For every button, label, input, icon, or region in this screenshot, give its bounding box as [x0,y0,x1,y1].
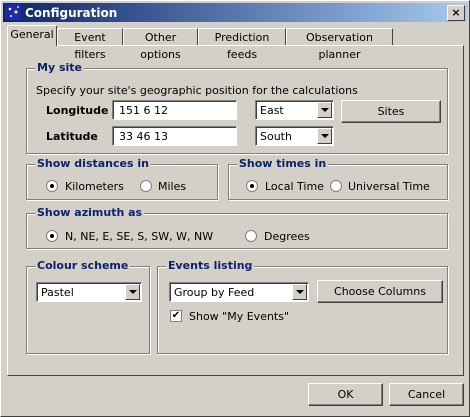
local-time-radio[interactable] [246,180,258,192]
times-title: Show times in [237,157,329,170]
tab-event-filters[interactable]: Event filters [57,28,123,61]
compass-points-label: N, NE, E, SE, S, SW, W, NW [65,230,214,243]
tab-other-options[interactable]: Other options [123,28,198,61]
colour-scheme-group: Colour scheme Pastel [26,259,150,354]
tab-general[interactable]: General [7,25,57,46]
kilometers-label: Kilometers [65,180,124,193]
tab-observation-planner[interactable]: Observation planner [286,28,393,61]
degrees-radio[interactable] [245,230,257,242]
chevron-down-icon[interactable] [317,102,332,118]
choose-columns-button[interactable]: Choose Columns [317,280,443,303]
distances-title: Show distances in [35,157,151,170]
degrees-label: Degrees [264,230,310,243]
configuration-dialog: Configuration × General Event filters Ot… [0,0,470,417]
local-time-label: Local Time [265,180,324,193]
latitude-input[interactable]: 33 46 13 [112,126,237,146]
miles-label: Miles [158,180,187,193]
tab-prediction-feeds[interactable]: Prediction feeds [198,28,286,61]
close-button[interactable]: × [447,5,465,21]
longitude-label: Longitude [46,104,109,117]
my-site-group: My site Specify your site's geographic p… [26,61,448,154]
longitude-direction-value: East [260,104,284,117]
my-site-title: My site [35,61,84,74]
colour-scheme-title: Colour scheme [35,259,131,272]
kilometers-radio[interactable] [46,180,58,192]
chevron-down-icon[interactable] [292,284,307,300]
ok-button[interactable]: OK [308,383,383,406]
events-listing-group: Events listing Group by Feed Choose Colu… [157,259,448,354]
window-title: Configuration [25,6,118,20]
times-group: Show times in Local Time Universal Time [228,157,448,200]
close-icon: × [451,6,461,19]
show-my-events-label: Show "My Events" [189,310,290,323]
general-tab-panel: My site Specify your site's geographic p… [7,45,464,376]
longitude-direction-select[interactable]: East [255,100,334,120]
cancel-button[interactable]: Cancel [389,383,464,406]
events-listing-title: Events listing [166,259,255,272]
my-site-description: Specify your site's geographic position … [36,84,358,97]
distances-group: Show distances in Kilometers Miles [26,157,218,200]
sites-button[interactable]: Sites [341,100,441,123]
show-my-events-checkbox[interactable]: ✔ [170,310,182,322]
azimuth-title: Show azimuth as [35,206,145,219]
latitude-direction-select[interactable]: South [255,126,334,146]
chevron-down-icon[interactable] [317,128,332,144]
chevron-down-icon[interactable] [125,284,140,300]
app-icon [5,4,21,20]
longitude-input[interactable]: 151 6 12 [112,100,237,120]
colour-scheme-select[interactable]: Pastel [36,282,142,302]
colour-scheme-value: Pastel [41,286,74,299]
universal-time-radio[interactable] [330,180,342,192]
compass-points-radio[interactable] [46,230,58,242]
latitude-label: Latitude [46,130,98,143]
universal-time-label: Universal Time [348,180,430,193]
azimuth-group: Show azimuth as N, NE, E, SE, S, SW, W, … [26,206,448,249]
miles-radio[interactable] [140,180,152,192]
events-grouping-select[interactable]: Group by Feed [169,282,309,302]
title-bar[interactable]: Configuration × [3,3,467,22]
latitude-direction-value: South [260,130,292,143]
events-grouping-value: Group by Feed [174,286,255,299]
